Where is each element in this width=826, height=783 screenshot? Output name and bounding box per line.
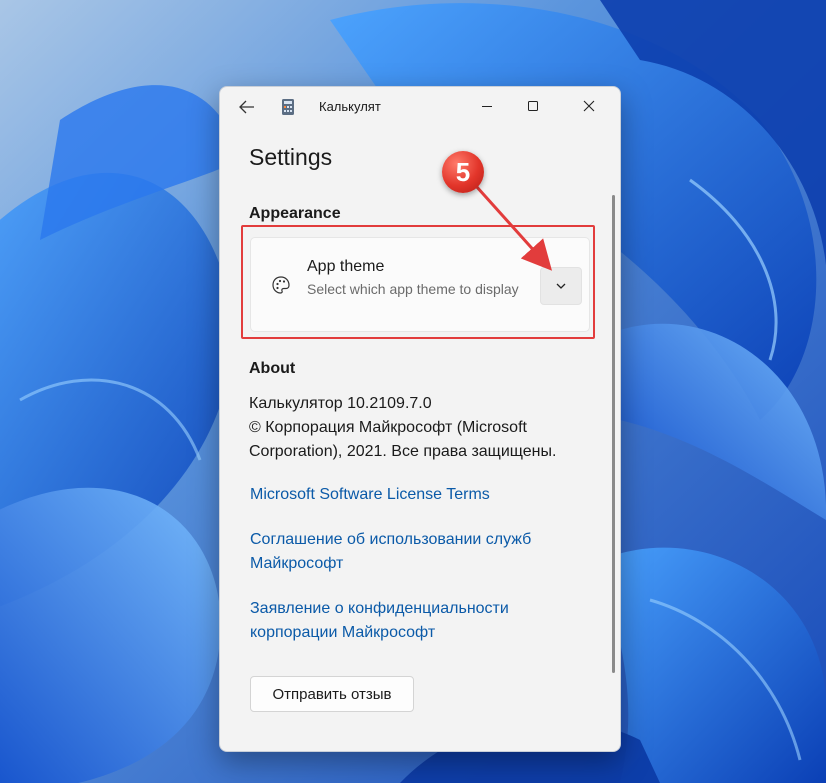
about-section-title: About [249, 360, 296, 377]
title-bar: Калькулят [220, 87, 620, 127]
page-title: Settings [249, 144, 333, 170]
window-title: Калькулят [319, 99, 381, 114]
version-text: Калькулятор 10.2109.7.0 [249, 395, 432, 412]
copyright-text: © Корпорация Майкрософт (Microsoft Corpo… [249, 419, 557, 460]
minimize-button[interactable] [464, 87, 510, 125]
close-button[interactable] [566, 87, 612, 125]
license-terms-link[interactable]: Microsoft Software License Terms [250, 483, 590, 507]
services-agreement-link[interactable]: Соглашение об использовании служб Майкро… [250, 528, 590, 576]
calculator-app-icon [282, 99, 294, 115]
back-arrow-icon [239, 100, 254, 114]
close-icon [583, 100, 595, 112]
privacy-statement-link[interactable]: Заявление о конфиденциальности корпораци… [250, 597, 590, 645]
back-button[interactable] [232, 95, 262, 119]
appearance-section-title: Appearance [249, 205, 341, 222]
maximize-button[interactable] [510, 87, 556, 125]
maximize-icon [528, 101, 538, 111]
highlight-box [241, 225, 595, 339]
scrollbar[interactable] [612, 195, 615, 673]
minimize-icon [482, 106, 492, 107]
calculator-settings-window: Калькулят Settings Appearance App theme [219, 86, 621, 752]
send-feedback-button[interactable]: Отправить отзыв [250, 676, 414, 712]
step-number-badge: 5 [442, 151, 484, 193]
about-info: Калькулятор 10.2109.7.0 © Корпорация Май… [249, 392, 599, 464]
